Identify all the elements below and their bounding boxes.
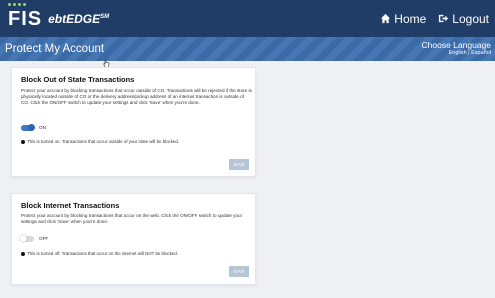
status-message: This is turned on. Transactions that occ… <box>21 139 179 144</box>
language-options[interactable]: English | Español <box>422 49 491 57</box>
logo-text: FIS <box>8 7 43 30</box>
fis-logo: FIS <box>8 2 43 30</box>
status-dot-icon <box>21 139 25 144</box>
product-name-text: ebtEDGE <box>48 11 101 26</box>
status-dot-icon <box>21 251 25 256</box>
home-icon <box>381 13 391 24</box>
card-description: Protect your account by blocking transac… <box>21 213 243 224</box>
out-of-state-toggle[interactable] <box>21 124 35 131</box>
logout-icon <box>439 14 449 23</box>
internet-toggle[interactable] <box>20 235 34 242</box>
card-title: Block Out of State Transactions <box>21 75 135 84</box>
toggle-knob <box>20 235 27 242</box>
status-text: This is turned on. Transactions that occ… <box>27 139 180 144</box>
logout-label: Logout <box>452 11 489 26</box>
product-name: ebtEDGESM <box>48 12 109 26</box>
card-description: Protect your account by blocking transac… <box>21 88 252 105</box>
card-block-internet: Block Internet Transactions Protect your… <box>11 193 256 285</box>
top-header: FIS ebtEDGESM Home Logout <box>0 0 495 37</box>
save-button[interactable]: SAVE <box>229 266 249 277</box>
product-mark: SM <box>100 13 110 20</box>
status-text: This is turned off. Transactions that oc… <box>27 251 178 256</box>
page-title: Protect My Account <box>5 43 105 55</box>
logo-dots-icon <box>8 2 26 6</box>
language-title: Choose Language <box>421 40 491 50</box>
toggle-knob <box>28 124 35 131</box>
logout-link[interactable]: Logout <box>438 12 489 26</box>
save-button[interactable]: SAVE <box>229 159 249 170</box>
toggle-label: OFF <box>39 236 49 241</box>
brand-logo[interactable]: FIS ebtEDGESM <box>8 2 109 30</box>
home-label: Home <box>394 11 427 26</box>
toggle-label: ON <box>39 125 46 130</box>
card-title: Block Internet Transactions <box>21 201 120 210</box>
header-nav: Home Logout <box>380 12 489 26</box>
status-message: This is turned off. Transactions that oc… <box>21 251 178 256</box>
title-bar: Protect My Account Choose Language Engli… <box>0 37 495 61</box>
home-link[interactable]: Home <box>380 12 426 26</box>
language-selector: Choose Language English | Español <box>422 41 491 57</box>
card-block-out-of-state: Block Out of State Transactions Protect … <box>11 67 256 177</box>
